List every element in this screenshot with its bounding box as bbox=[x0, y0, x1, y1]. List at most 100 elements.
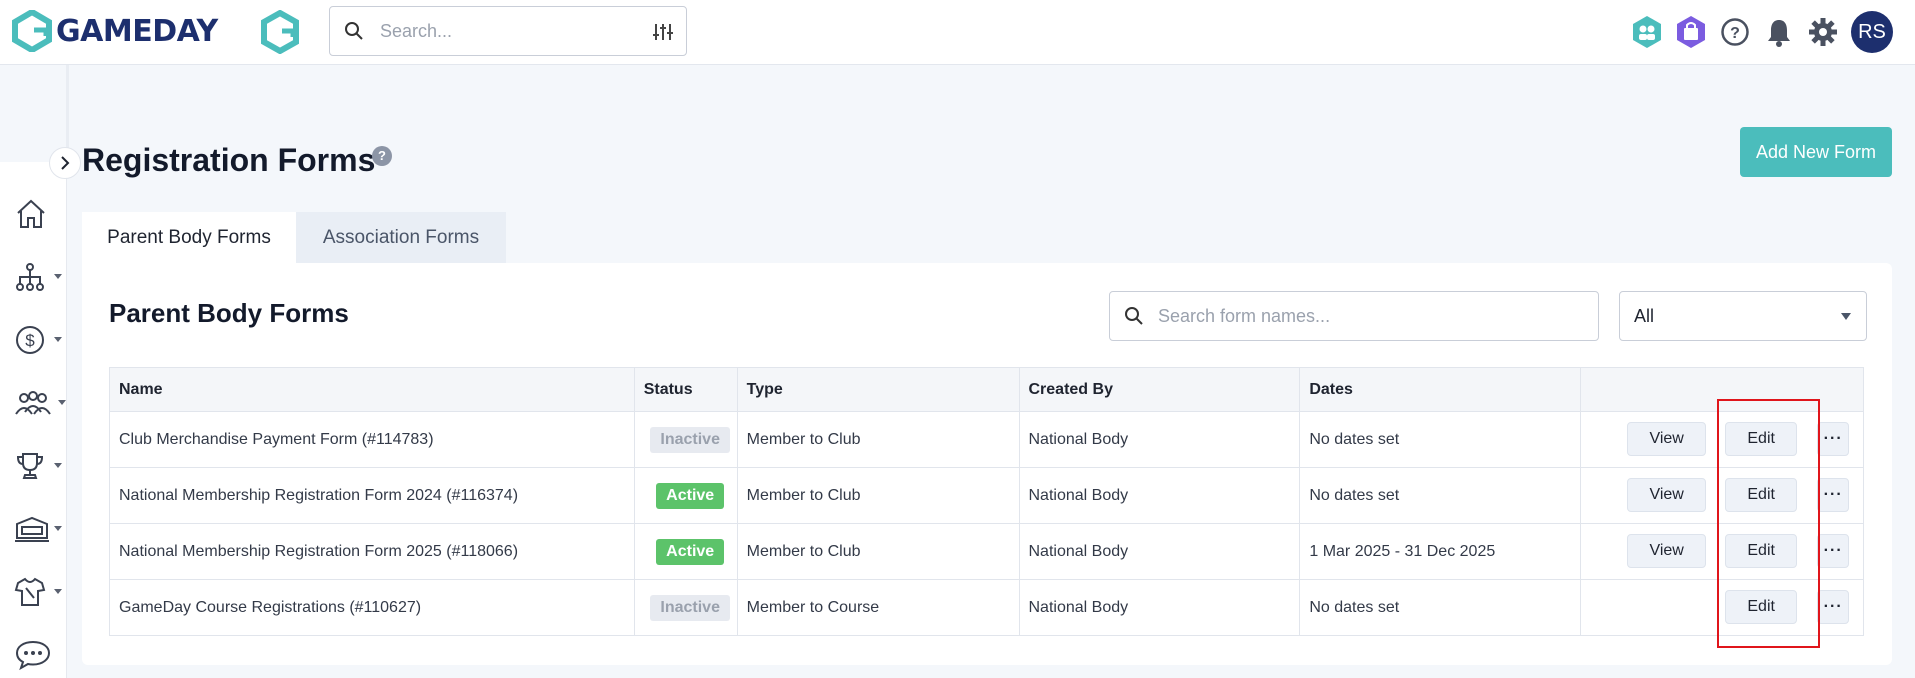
form-type: Member to Club bbox=[736, 523, 1020, 580]
table-row: National Membership Registration Form 20… bbox=[109, 467, 1864, 524]
more-options-button[interactable]: ··· bbox=[1817, 590, 1850, 624]
gameday-logo-icon bbox=[12, 10, 52, 52]
more-options-button[interactable]: ··· bbox=[1817, 478, 1850, 512]
form-name: Club Merchandise Payment Form (#114783) bbox=[109, 411, 635, 468]
org-logo-icon[interactable] bbox=[260, 9, 300, 58]
status-badge: Inactive bbox=[650, 426, 730, 453]
view-button[interactable]: View bbox=[1627, 422, 1707, 456]
tab-association-forms[interactable]: Association Forms bbox=[296, 212, 506, 263]
column-header-status[interactable]: Status bbox=[633, 367, 738, 412]
status-filter-value: All bbox=[1634, 305, 1655, 326]
forms-table: Name Status Type Created By Dates Club M… bbox=[109, 367, 1864, 636]
sidebar-item-members[interactable] bbox=[14, 383, 66, 423]
form-type: Member to Club bbox=[736, 467, 1020, 524]
search-icon bbox=[1125, 307, 1143, 325]
column-header-name[interactable]: Name bbox=[109, 367, 635, 412]
members-icon bbox=[15, 391, 51, 415]
tab-parent-body-forms[interactable]: Parent Body Forms bbox=[82, 212, 296, 263]
chat-icon bbox=[15, 640, 51, 671]
edit-button[interactable]: Edit bbox=[1725, 534, 1798, 568]
column-header-dates[interactable]: Dates bbox=[1299, 367, 1582, 412]
sidebar-item-merchandise[interactable] bbox=[14, 572, 64, 612]
chevron-down-icon bbox=[54, 274, 62, 279]
jersey-icon bbox=[14, 577, 46, 606]
sidebar-item-competitions[interactable] bbox=[14, 446, 64, 486]
org-chart-icon bbox=[16, 263, 44, 291]
column-header-created-by[interactable]: Created By bbox=[1018, 367, 1301, 412]
form-dates: No dates set bbox=[1299, 467, 1582, 524]
table-row: National Membership Registration Form 20… bbox=[109, 523, 1864, 580]
form-type: Member to Course bbox=[736, 579, 1020, 636]
sidebar: $ bbox=[0, 162, 67, 678]
form-name: National Membership Registration Form 20… bbox=[109, 467, 635, 524]
view-button[interactable]: View bbox=[1627, 478, 1707, 512]
sidebar-item-home[interactable] bbox=[14, 194, 64, 234]
dollar-icon: $ bbox=[16, 326, 44, 354]
user-avatar[interactable]: RS bbox=[1851, 11, 1893, 53]
chevron-down-icon bbox=[54, 337, 62, 342]
chevron-right-icon bbox=[61, 156, 70, 170]
form-created-by: National Body bbox=[1018, 523, 1301, 580]
form-name: GameDay Course Registrations (#110627) bbox=[109, 579, 635, 636]
chevron-down-icon bbox=[54, 463, 62, 468]
bell-icon[interactable] bbox=[1757, 10, 1801, 54]
sidebar-item-venues[interactable] bbox=[14, 509, 64, 549]
global-search[interactable] bbox=[329, 6, 687, 56]
chevron-down-icon bbox=[1841, 313, 1851, 320]
sidebar-item-communications[interactable] bbox=[14, 635, 64, 675]
shop-icon[interactable] bbox=[1669, 10, 1713, 54]
table-row: GameDay Course Registrations (#110627) I… bbox=[109, 579, 1864, 636]
edit-button[interactable]: Edit bbox=[1725, 422, 1798, 456]
table-row: Club Merchandise Payment Form (#114783) … bbox=[109, 411, 1864, 468]
chevron-down-icon bbox=[58, 400, 66, 405]
status-filter-select[interactable]: All bbox=[1619, 291, 1867, 341]
svg-text:?: ? bbox=[1730, 25, 1740, 42]
form-dates: No dates set bbox=[1299, 579, 1582, 636]
table-header-row: Name Status Type Created By Dates bbox=[109, 367, 1864, 412]
chevron-down-icon bbox=[54, 526, 62, 531]
form-name: National Membership Registration Form 20… bbox=[109, 523, 635, 580]
more-options-button[interactable]: ··· bbox=[1817, 534, 1850, 568]
global-search-input[interactable] bbox=[380, 20, 640, 42]
help-icon[interactable]: ? bbox=[1713, 10, 1757, 54]
svg-text:$: $ bbox=[25, 331, 35, 350]
view-button[interactable]: View bbox=[1627, 534, 1707, 568]
filter-sliders-icon[interactable] bbox=[652, 22, 674, 42]
add-new-form-button[interactable]: Add New Form bbox=[1740, 127, 1892, 177]
form-created-by: National Body bbox=[1018, 411, 1301, 468]
form-search-input[interactable] bbox=[1158, 305, 1578, 327]
form-type: Member to Club bbox=[736, 411, 1020, 468]
gear-icon[interactable] bbox=[1801, 10, 1845, 54]
status-badge: Inactive bbox=[650, 594, 730, 621]
chevron-down-icon bbox=[54, 589, 62, 594]
edit-button[interactable]: Edit bbox=[1725, 590, 1798, 624]
more-options-button[interactable]: ··· bbox=[1817, 422, 1850, 456]
form-dates: No dates set bbox=[1299, 411, 1582, 468]
search-icon bbox=[345, 22, 363, 40]
form-dates: 1 Mar 2025 - 31 Dec 2025 bbox=[1299, 523, 1582, 580]
form-search[interactable] bbox=[1109, 291, 1599, 341]
status-badge: Active bbox=[656, 538, 725, 565]
row-actions: View Edit ··· bbox=[1580, 523, 1864, 580]
clubs-icon[interactable] bbox=[1625, 10, 1669, 54]
brand-name: GAMEDAY bbox=[56, 13, 218, 49]
page-title: Registration Forms bbox=[82, 142, 376, 178]
status-badge: Active bbox=[656, 482, 725, 509]
form-created-by: National Body bbox=[1018, 467, 1301, 524]
column-header-type[interactable]: Type bbox=[736, 367, 1020, 412]
forms-card: Parent Body Forms All Name Status Type C… bbox=[82, 263, 1892, 665]
top-bar: GAMEDAY ? RS bbox=[0, 0, 1915, 65]
gameday-logo[interactable]: GAMEDAY bbox=[12, 10, 218, 52]
row-actions: View Edit ··· bbox=[1580, 467, 1864, 524]
sidebar-item-organisation[interactable] bbox=[14, 257, 64, 297]
row-actions: Edit ··· bbox=[1580, 579, 1864, 636]
section-title: Parent Body Forms bbox=[109, 298, 349, 328]
sidebar-item-finance[interactable]: $ bbox=[14, 320, 64, 360]
home-icon bbox=[17, 199, 45, 228]
row-actions: View Edit ··· bbox=[1580, 411, 1864, 468]
form-created-by: National Body bbox=[1018, 579, 1301, 636]
sidebar-toggle-button[interactable] bbox=[49, 147, 81, 179]
edit-button[interactable]: Edit bbox=[1725, 478, 1798, 512]
help-icon[interactable]: ? bbox=[372, 146, 392, 166]
trophy-icon bbox=[16, 453, 44, 479]
